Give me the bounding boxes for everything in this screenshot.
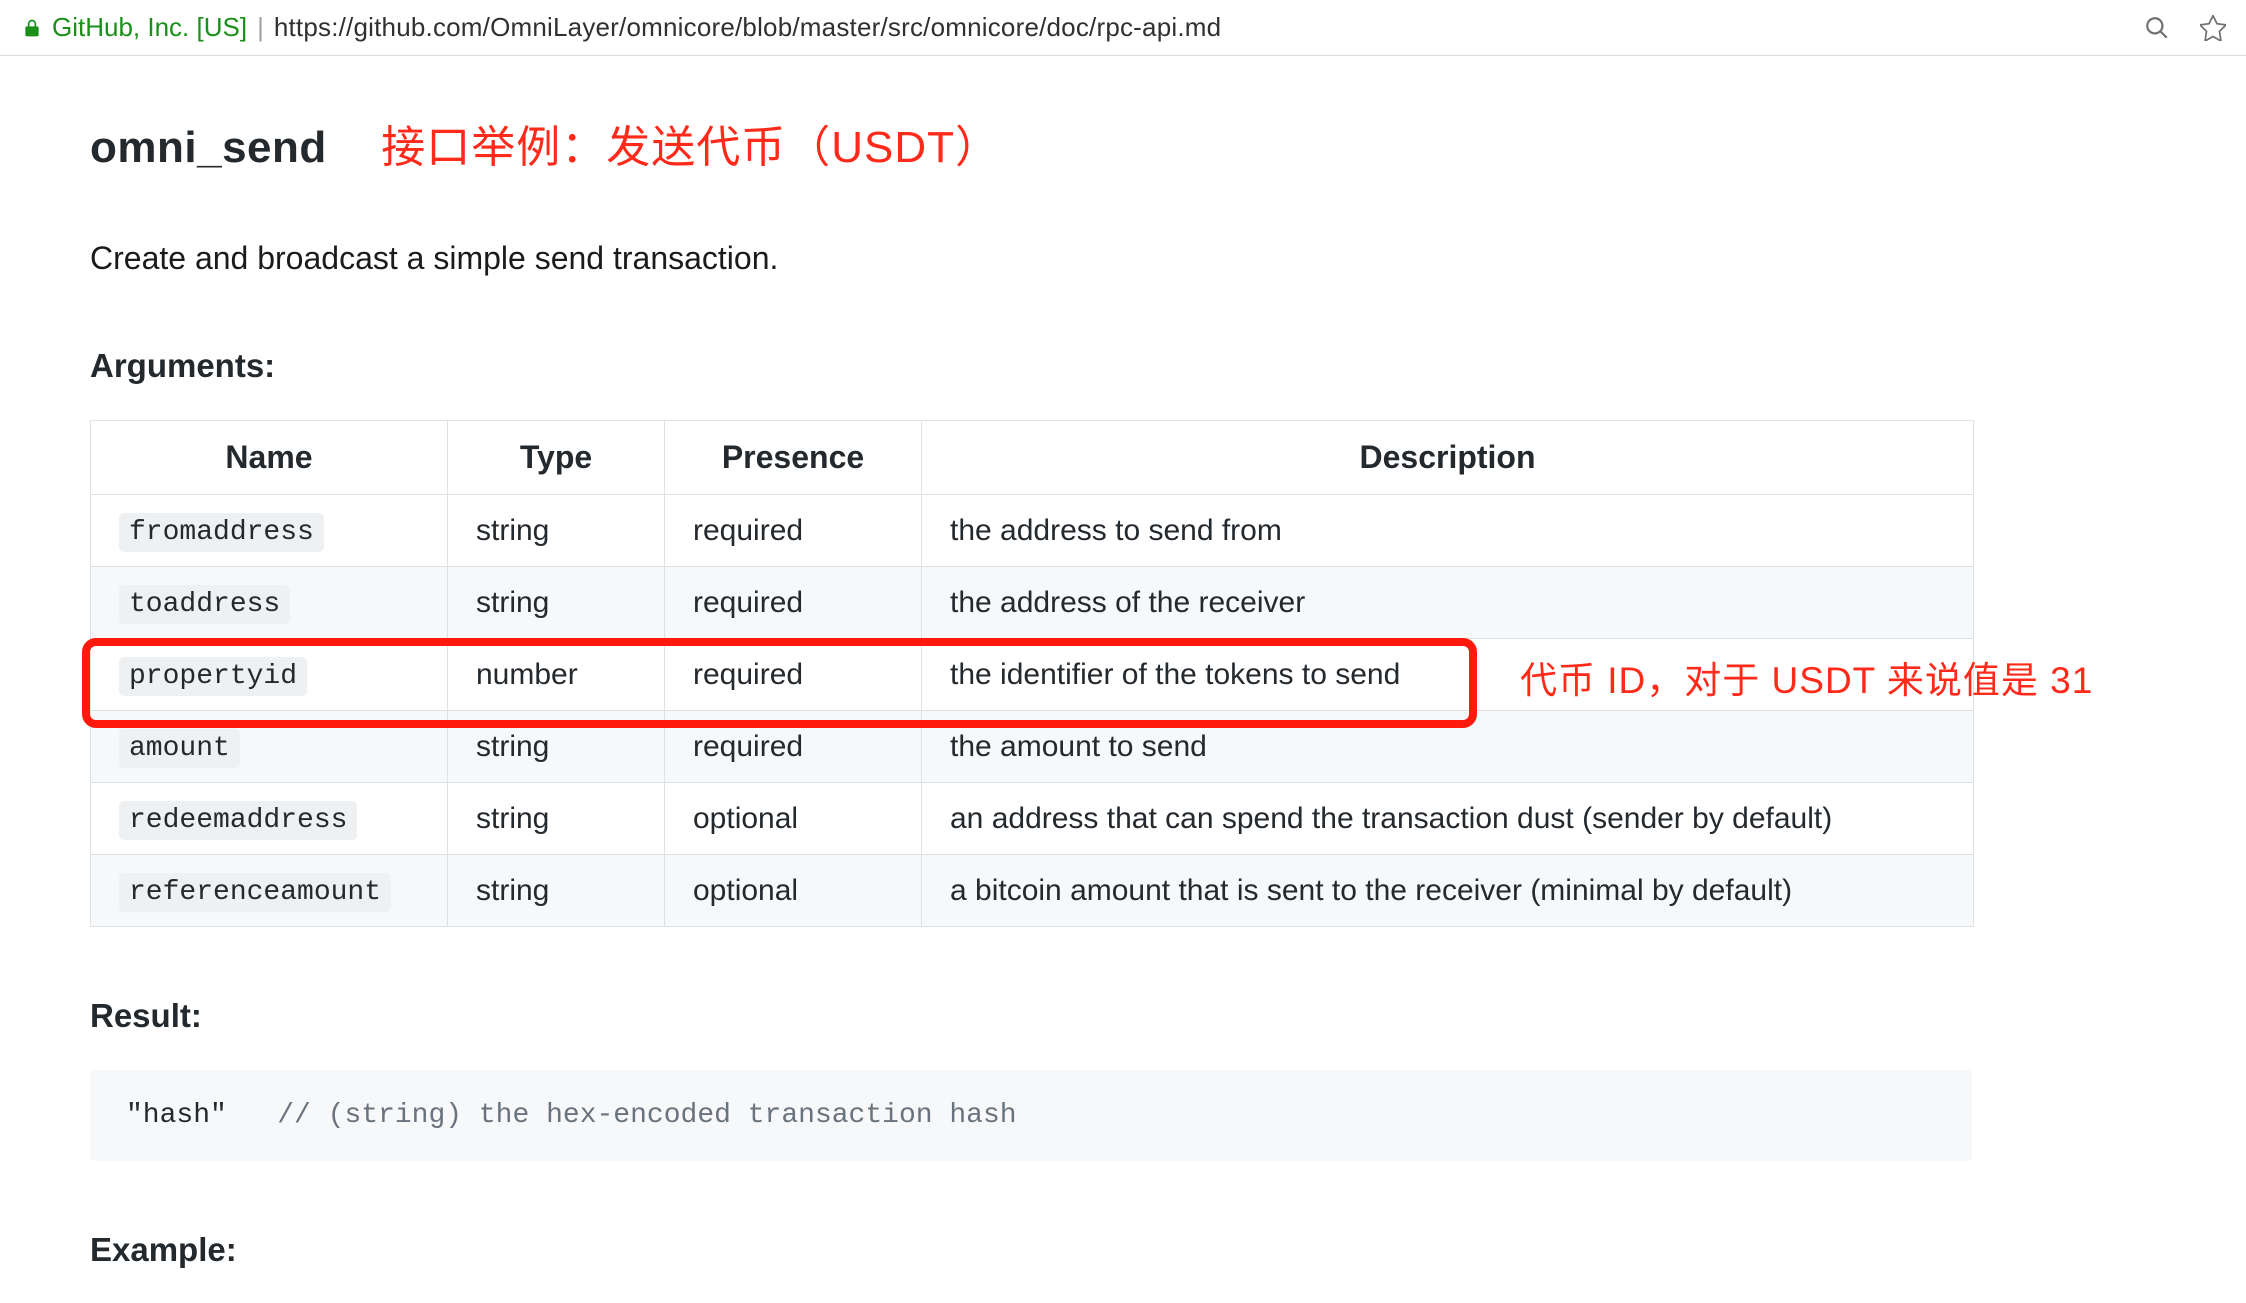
arg-presence-cell: optional xyxy=(665,783,922,855)
arg-presence-cell: required xyxy=(665,639,922,711)
result-label: Result: xyxy=(90,997,2090,1035)
col-description: Description xyxy=(922,421,1974,495)
arg-name-cell: amount xyxy=(91,711,448,783)
result-comment: // (string) the hex-encoded transaction … xyxy=(277,1100,1016,1131)
arg-description-cell: the amount to send xyxy=(922,711,1974,783)
arg-name-cell: fromaddress xyxy=(91,495,448,567)
arg-name-cell: redeemaddress xyxy=(91,783,448,855)
lock-icon xyxy=(22,17,42,39)
result-code-block: "hash" // (string) the hex-encoded trans… xyxy=(90,1070,1972,1161)
arg-type-cell: string xyxy=(448,711,665,783)
star-icon[interactable] xyxy=(2200,15,2226,41)
arg-presence-cell: required xyxy=(665,711,922,783)
arg-name-code: toaddress xyxy=(119,585,290,624)
highlight-note: 代币 ID，对于 USDT 来说值是 31 xyxy=(1520,650,2093,704)
ssl-cert-label: GitHub, Inc. [US] xyxy=(52,12,247,43)
arg-name-cell: propertyid xyxy=(91,639,448,711)
arg-description-cell: a bitcoin amount that is sent to the rec… xyxy=(922,855,1974,927)
arg-presence-cell: required xyxy=(665,495,922,567)
arg-name-code: propertyid xyxy=(119,657,307,696)
table-row: toaddress stringrequiredthe address of th… xyxy=(91,567,1974,639)
arg-name-cell: referenceamount xyxy=(91,855,448,927)
result-hash: "hash" xyxy=(126,1100,227,1131)
arg-name-code: referenceamount xyxy=(119,873,391,912)
arg-name-code: amount xyxy=(119,729,240,768)
arg-type-cell: string xyxy=(448,567,665,639)
table-row: amount stringrequiredthe amount to send xyxy=(91,711,1974,783)
arg-name-code: redeemaddress xyxy=(119,801,357,840)
arguments-label: Arguments: xyxy=(90,347,2090,385)
api-method-heading: omni_send xyxy=(90,123,327,173)
col-name: Name xyxy=(91,421,448,495)
arg-presence-cell: required xyxy=(665,567,922,639)
arg-name-code: fromaddress xyxy=(119,513,324,552)
arg-type-cell: string xyxy=(448,495,665,567)
table-row: referenceamount stringoptionala bitcoin a… xyxy=(91,855,1974,927)
browser-url-bar: GitHub, Inc. [US] | https://github.com/O… xyxy=(0,0,2246,56)
page-url[interactable]: https://github.com/OmniLayer/omnicore/bl… xyxy=(274,12,1221,43)
arg-description-cell: the address to send from xyxy=(922,495,1974,567)
table-row: redeemaddress stringoptionalan address th… xyxy=(91,783,1974,855)
arg-type-cell: string xyxy=(448,783,665,855)
col-type: Type xyxy=(448,421,665,495)
table-header-row: Name Type Presence Description xyxy=(91,421,1974,495)
arg-type-cell: string xyxy=(448,855,665,927)
arg-name-cell: toaddress xyxy=(91,567,448,639)
method-description: Create and broadcast a simple send trans… xyxy=(90,240,2090,277)
arg-type-cell: number xyxy=(448,639,665,711)
table-row: fromaddress stringrequiredthe address to … xyxy=(91,495,1974,567)
url-separator: | xyxy=(257,12,264,43)
arg-presence-cell: optional xyxy=(665,855,922,927)
annotation-heading: 接口举例：发送代币（USDT） xyxy=(381,123,1000,172)
arg-description-cell: the address of the receiver xyxy=(922,567,1974,639)
example-label: Example: xyxy=(90,1231,2090,1269)
arg-description-cell: an address that can spend the transactio… xyxy=(922,783,1974,855)
col-presence: Presence xyxy=(665,421,922,495)
zoom-icon[interactable] xyxy=(2144,15,2170,41)
